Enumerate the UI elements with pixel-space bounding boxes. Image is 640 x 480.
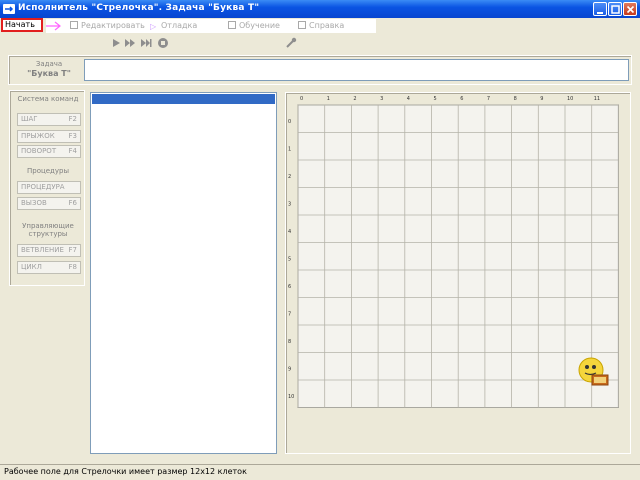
x-axis-label: 11: [594, 96, 600, 102]
menu-help[interactable]: Справка: [298, 20, 344, 32]
menu-learn-label: Обучение: [239, 21, 280, 30]
menu-debug[interactable]: ▷ Отладка: [150, 20, 197, 32]
x-axis-label: 10: [567, 96, 573, 102]
procedure-button-label: ПРОЦЕДУРА: [21, 183, 65, 191]
command-panel: Система команд ШАГ F2 ПРЫЖОК F3 ПОВОРОТ F4 …: [9, 90, 85, 286]
branch-button[interactable]: ВЕТВЛЕНИЕ F7: [17, 244, 81, 257]
status-bar: Рабочее поле для Стрелочки имеет размер …: [0, 464, 640, 480]
step-over-icon[interactable]: [140, 37, 152, 49]
edit-icon: [70, 21, 78, 29]
branch-button-key: F7: [68, 246, 77, 254]
y-axis-label: 2: [288, 174, 291, 180]
menu-edit[interactable]: Редактировать: [70, 20, 145, 32]
call-button-label: ВЫЗОВ: [21, 199, 47, 207]
step-button-key: F2: [68, 115, 77, 123]
x-axis-label: 1: [327, 96, 330, 102]
title-bar: Исполнитель "Стрелочка". Задача "Буква Т…: [0, 0, 640, 18]
close-button[interactable]: [623, 2, 637, 16]
task-name: "Буква Т": [27, 69, 71, 78]
x-axis-label: 7: [487, 96, 490, 102]
y-axis-label: 1: [288, 147, 291, 153]
y-axis-label: 10: [288, 394, 294, 400]
debug-icon: ▷: [150, 22, 157, 31]
step-button-label: ШАГ: [21, 115, 38, 123]
menu-start[interactable]: Начать: [1, 18, 43, 32]
y-axis-label: 0: [288, 119, 291, 125]
system-commands-title: Система команд: [17, 95, 79, 103]
tools-icon[interactable]: [285, 37, 297, 49]
branch-button-label: ВЕТВЛЕНИЕ: [21, 246, 64, 254]
book-icon: [228, 21, 236, 29]
jump-button[interactable]: ПРЫЖОК F3: [17, 130, 81, 143]
minimize-button[interactable]: [593, 2, 607, 16]
x-axis-label: 3: [380, 96, 383, 102]
loop-button-label: ЦИКЛ: [21, 263, 42, 271]
x-axis-label: 2: [353, 96, 356, 102]
y-axis-label: 4: [288, 229, 291, 235]
x-axis-label: 6: [460, 96, 463, 102]
x-axis-label: 4: [407, 96, 410, 102]
x-axis-label: 8: [514, 96, 517, 102]
program-list[interactable]: [90, 92, 277, 454]
turn-button-label: ПОВОРОТ: [21, 147, 57, 155]
x-axis-label: 9: [540, 96, 543, 102]
stop-icon[interactable]: [157, 37, 169, 49]
y-axis-label: 5: [288, 257, 291, 263]
menu-start-label: Начать: [5, 20, 35, 29]
call-button-key: F6: [68, 199, 77, 207]
jump-button-key: F3: [68, 132, 77, 140]
window-title: Исполнитель "Стрелочка". Задача "Буква Т…: [18, 3, 260, 13]
y-axis-label: 8: [288, 339, 291, 345]
procedures-title: Процедуры: [26, 167, 69, 175]
robot-icon: [578, 357, 609, 386]
control-structures-title: Управляющие структуры: [22, 222, 74, 238]
help-icon: [298, 21, 306, 29]
procedure-button[interactable]: ПРОЦЕДУРА: [17, 181, 81, 194]
x-axis-label: 5: [434, 96, 437, 102]
maximize-icon: [611, 5, 620, 14]
step-icon[interactable]: [124, 37, 136, 49]
jump-button-label: ПРЫЖОК: [21, 132, 55, 140]
status-text: Рабочее поле для Стрелочки имеет размер …: [4, 467, 247, 476]
field-panel: 0 1 2 3 4 5 6 7 8 9 10 11 0 1 2 3 4 5 6 7 8 9 10: [285, 92, 631, 454]
menu-bar: Начать Редактировать ▷ Отладка Обучение С…: [0, 18, 640, 34]
call-button[interactable]: ВЫЗОВ F6: [17, 197, 81, 210]
turn-button-key: F4: [68, 147, 77, 155]
arrow-icon: [46, 21, 61, 31]
task-description-field[interactable]: [84, 59, 629, 81]
close-icon: [626, 5, 635, 14]
x-axis-label: 0: [300, 96, 303, 102]
field-grid: 0 1 2 3 4 5 6 7 8 9 10 11 0 1 2 3 4 5 6 7 8 9 10: [288, 96, 619, 408]
minimize-icon: [597, 12, 603, 14]
loop-button[interactable]: ЦИКЛ F8: [17, 261, 81, 274]
menu-learn[interactable]: Обучение: [228, 20, 280, 32]
menu-edit-label: Редактировать: [81, 21, 145, 30]
turn-button[interactable]: ПОВОРОТ F4: [17, 145, 81, 158]
y-axis-label: 6: [288, 284, 291, 290]
step-button[interactable]: ШАГ F2: [17, 113, 81, 126]
task-panel: Задача "Буква Т": [8, 55, 632, 85]
maximize-button[interactable]: [608, 2, 622, 16]
toolbar: [0, 34, 640, 52]
menu-help-label: Справка: [309, 21, 345, 30]
program-line-selected[interactable]: [92, 94, 275, 104]
menu-debug-label: Отладка: [161, 21, 198, 30]
y-axis-label: 7: [288, 312, 291, 318]
y-axis-label: 3: [288, 202, 291, 208]
task-label: Задача: [35, 60, 63, 68]
loop-button-key: F8: [68, 263, 77, 271]
y-axis-label: 9: [288, 367, 291, 373]
app-icon: [3, 4, 15, 14]
run-icon[interactable]: [110, 37, 122, 49]
